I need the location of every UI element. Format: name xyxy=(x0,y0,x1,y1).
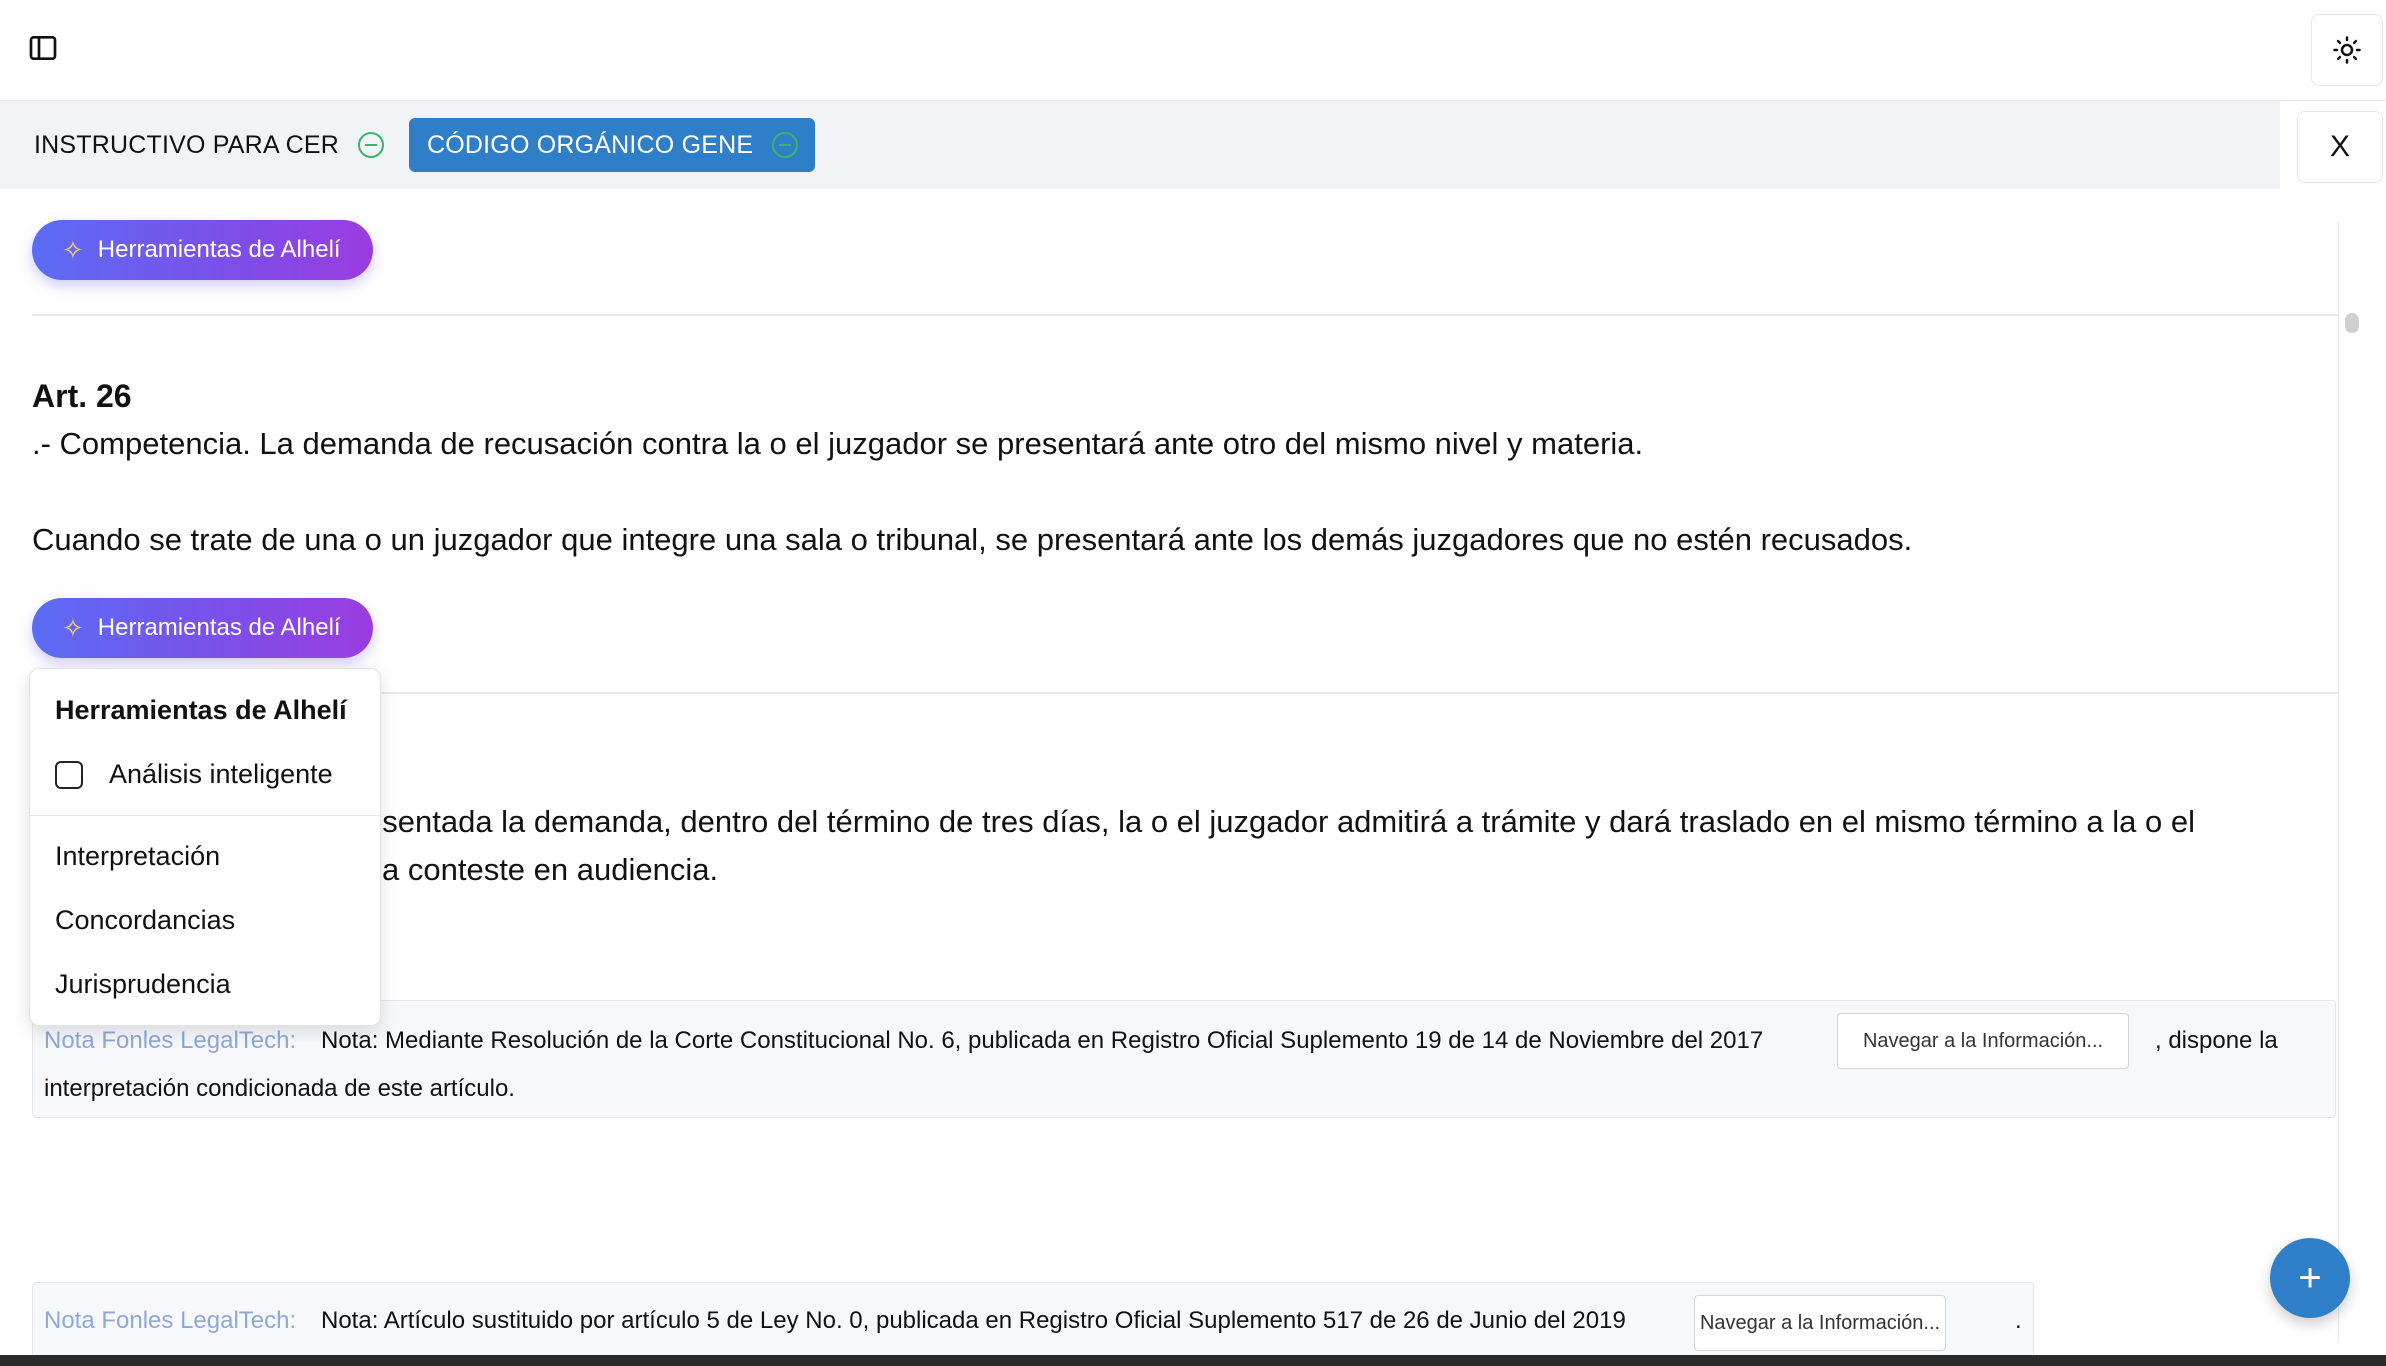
menu-item-jurisprudencia[interactable]: Jurisprudencia xyxy=(55,969,231,1000)
menu-divider xyxy=(30,815,380,816)
scrollbar-thumb[interactable] xyxy=(2345,313,2359,333)
alheli-tools-label: Herramientas de Alhelí xyxy=(97,614,341,641)
bottom-edge xyxy=(0,1355,2386,1366)
alheli-tools-button[interactable]: ✧ Herramientas de Alhelí xyxy=(32,598,373,658)
note-text: Nota: Mediante Resolución de la Corte Co… xyxy=(321,1027,1764,1054)
tab-instructivo[interactable]: INSTRUCTIVO PARA CER xyxy=(16,118,403,172)
article-paragraph: esentada la demanda, dentro del término … xyxy=(365,804,2195,839)
navigate-info-button[interactable]: Navegar a la Información... xyxy=(1694,1295,1946,1351)
note-text: . xyxy=(2015,1307,2022,1334)
section-divider xyxy=(32,314,2338,316)
note-label: Nota Fonles LegalTech: xyxy=(44,1307,297,1334)
navigate-info-button[interactable]: Navegar a la Información... xyxy=(1837,1013,2129,1069)
article-paragraph: a conteste en audiencia. xyxy=(382,852,719,887)
alheli-tools-button[interactable]: ✧ Herramientas de Alhelí xyxy=(32,220,373,280)
plus-icon: + xyxy=(2298,1255,2322,1300)
article-paragraph: Cuando se trate de una o un juzgador que… xyxy=(32,522,1913,557)
alheli-tools-menu: Herramientas de Alhelí Análisis intelige… xyxy=(29,668,381,1026)
menu-item-interpretacion[interactable]: Interpretación xyxy=(55,841,220,872)
theme-toggle-button[interactable] xyxy=(2311,14,2383,86)
add-fab-button[interactable]: + xyxy=(2270,1238,2350,1318)
checkbox-label: Análisis inteligente xyxy=(109,759,333,789)
legal-note: Nota Fonles LegalTech: Nota: Artículo su… xyxy=(32,1282,2034,1357)
remove-circle-icon[interactable] xyxy=(771,131,799,159)
sun-icon xyxy=(2333,36,2361,64)
sidebar-panel-icon[interactable] xyxy=(27,32,59,64)
note-text: , dispone la xyxy=(2155,1027,2278,1054)
smart-analysis-checkbox[interactable]: Análisis inteligente xyxy=(55,759,333,790)
article-title: Art. 26 xyxy=(32,378,132,414)
scrollbar[interactable] xyxy=(2338,222,2365,1342)
top-bar xyxy=(0,0,2386,101)
note-text: interpretación condicionada de este artí… xyxy=(44,1075,515,1102)
alheli-tools-label: Herramientas de Alhelí xyxy=(97,236,341,263)
tab-label: INSTRUCTIVO PARA CER xyxy=(34,130,339,159)
remove-circle-icon[interactable] xyxy=(357,131,385,159)
note-text: Nota: Artículo sustituido por artículo 5… xyxy=(321,1307,1626,1334)
sparkle-icon: ✧ xyxy=(62,612,84,643)
note-label: Nota Fonles LegalTech: xyxy=(44,1027,297,1054)
document-tabs-bar: INSTRUCTIVO PARA CER CÓDIGO ORGÁNICO GEN… xyxy=(0,101,2280,189)
close-tabs-button[interactable]: X xyxy=(2297,111,2383,183)
tab-label: CÓDIGO ORGÁNICO GENE xyxy=(427,130,754,159)
article-paragraph: .- Competencia. La demanda de recusación… xyxy=(32,426,1644,461)
sparkle-icon: ✧ xyxy=(62,234,84,265)
checkbox[interactable] xyxy=(55,760,83,789)
menu-title: Herramientas de Alhelí xyxy=(55,695,347,725)
menu-item-concordancias[interactable]: Concordancias xyxy=(55,905,235,936)
tab-codigo-organico[interactable]: CÓDIGO ORGÁNICO GENE xyxy=(409,118,816,172)
